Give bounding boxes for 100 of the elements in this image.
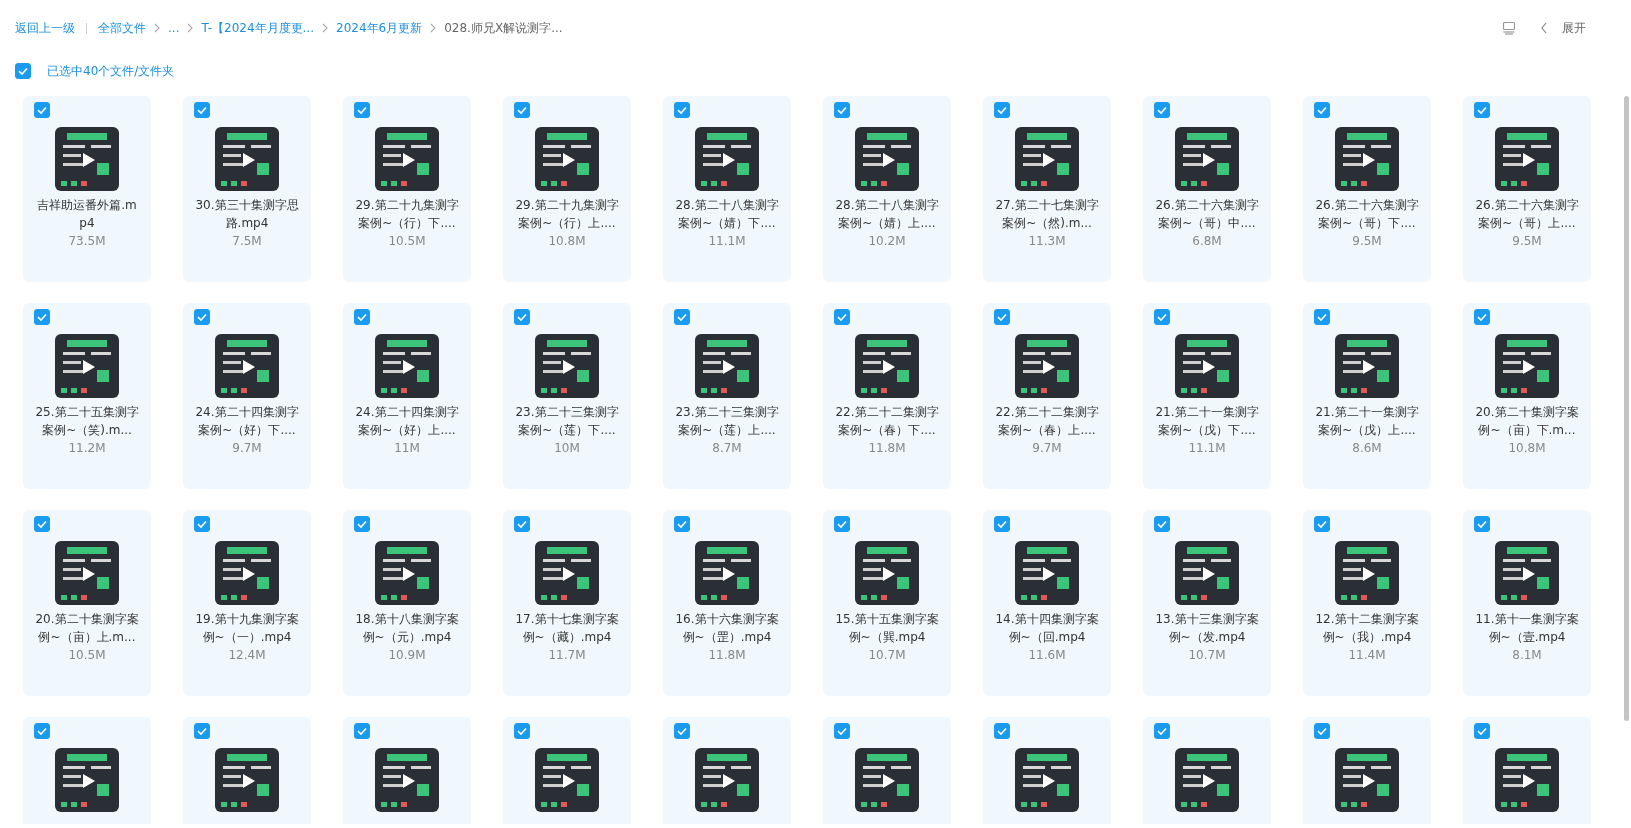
file-card[interactable]: 23.第二十三集测字案例~（莲）下.... 10M bbox=[503, 303, 631, 489]
checkbox[interactable] bbox=[194, 309, 210, 325]
file-card[interactable]: 12.第十二集测字案例~（我）.mp4 11.4M bbox=[1303, 510, 1431, 696]
checkbox[interactable] bbox=[994, 309, 1010, 325]
checkbox[interactable] bbox=[834, 309, 850, 325]
checkbox[interactable] bbox=[194, 102, 210, 118]
file-card[interactable]: 29.第二十九集测字案例~（行）下.... 10.5M bbox=[343, 96, 471, 282]
file-name: 21.第二十一集测字案例~（戊）上.... bbox=[1314, 404, 1420, 439]
checkbox[interactable] bbox=[674, 723, 690, 739]
file-card[interactable]: 21.第二十一集测字案例~（戊）上.... 8.6M bbox=[1303, 303, 1431, 489]
file-card[interactable]: 30.第三十集测字思路.mp4 7.5M bbox=[183, 96, 311, 282]
checkbox[interactable] bbox=[674, 309, 690, 325]
checkbox[interactable] bbox=[354, 309, 370, 325]
file-size: 7.5M bbox=[232, 234, 262, 248]
file-card[interactable]: 22.第二十二集测字案例~（春）上.... 9.7M bbox=[983, 303, 1111, 489]
checkbox[interactable] bbox=[1314, 309, 1330, 325]
file-card[interactable]: 13.第十三集测字案例~（发.mp4 10.7M bbox=[1143, 510, 1271, 696]
checkbox[interactable] bbox=[1154, 723, 1170, 739]
file-name: 26.第二十六集测字案例~（哥）上.... bbox=[1474, 197, 1580, 232]
file-card[interactable]: 18.第十八集测字案例~（元）.mp4 10.9M bbox=[343, 510, 471, 696]
file-card[interactable]: 26.第二十六集测字案例~（哥）上.... 9.5M bbox=[1463, 96, 1591, 282]
checkbox[interactable] bbox=[1314, 723, 1330, 739]
file-card[interactable]: 27.第二十七集测字案例~（然).m... 11.3M bbox=[983, 96, 1111, 282]
file-size: 10.7M bbox=[1188, 648, 1226, 662]
checkbox[interactable] bbox=[674, 102, 690, 118]
file-card[interactable]: 29.第二十九集测字案例~（行）上.... 10.8M bbox=[503, 96, 631, 282]
checkbox[interactable] bbox=[1154, 309, 1170, 325]
file-card[interactable]: 28.第二十八集测字案例~（婧）下.... 11.1M bbox=[663, 96, 791, 282]
back-link[interactable]: 返回上一级 bbox=[15, 19, 75, 37]
breadcrumb-link[interactable]: 028.师兄X解说测字... bbox=[444, 19, 563, 37]
checkbox[interactable] bbox=[34, 309, 50, 325]
checkbox[interactable] bbox=[994, 723, 1010, 739]
file-size: 11.2M bbox=[68, 441, 106, 455]
file-card[interactable]: 24.第二十四集测字案例~（好）下.... 9.7M bbox=[183, 303, 311, 489]
file-card[interactable]: 19.第十九集测字案例~（一）.mp4 12.4M bbox=[183, 510, 311, 696]
checkbox[interactable] bbox=[514, 516, 530, 532]
chevron-left-icon[interactable] bbox=[1540, 22, 1548, 34]
file-card[interactable]: 24.第二十四集测字案例~（好）上.... 11M bbox=[343, 303, 471, 489]
file-size: 8.1M bbox=[1512, 648, 1542, 662]
file-size: 9.5M bbox=[1352, 234, 1382, 248]
breadcrumb-link[interactable]: T-【2024年月度更... bbox=[201, 19, 314, 37]
file-card[interactable]: 21.第二十一集测字案例~（戊）下.... 11.1M bbox=[1143, 303, 1271, 489]
expand-link[interactable]: 展开 bbox=[1562, 19, 1586, 37]
file-card[interactable]: 11.第十一集测字案例~（壹.mp4 8.1M bbox=[1463, 510, 1591, 696]
file-card[interactable]: 23.第二十三集测字案例~（莲）上.... 8.7M bbox=[663, 303, 791, 489]
file-name: 12.第十二集测字案例~（我）.mp4 bbox=[1314, 611, 1420, 646]
file-name: 26.第二十六集测字案例~（哥）中.... bbox=[1154, 197, 1260, 232]
checkbox[interactable] bbox=[1154, 516, 1170, 532]
checkbox[interactable] bbox=[1154, 102, 1170, 118]
file-card[interactable]: 吉祥助运番外篇.mp4 73.5M bbox=[23, 96, 151, 282]
checkbox[interactable] bbox=[34, 102, 50, 118]
file-name: 29.第二十九集测字案例~（行）下.... bbox=[354, 197, 460, 232]
breadcrumb-link[interactable]: ... bbox=[168, 21, 180, 35]
monitor-icon[interactable] bbox=[1502, 21, 1516, 35]
file-size: 11.7M bbox=[548, 648, 586, 662]
file-size: 11.1M bbox=[708, 234, 746, 248]
checkbox[interactable] bbox=[34, 516, 50, 532]
file-name: 11.第十一集测字案例~（壹.mp4 bbox=[1474, 611, 1580, 646]
file-card[interactable]: 22.第二十二集测字案例~（春）下.... 11.8M bbox=[823, 303, 951, 489]
file-size: 10.7M bbox=[868, 648, 906, 662]
file-card[interactable]: 26.第二十六集测字案例~（哥）下.... 9.5M bbox=[1303, 96, 1431, 282]
checkbox[interactable] bbox=[994, 516, 1010, 532]
file-name: 15.第十五集测字案例~（巽.mp4 bbox=[834, 611, 940, 646]
checkbox[interactable] bbox=[194, 723, 210, 739]
checkbox[interactable] bbox=[1314, 102, 1330, 118]
file-card[interactable]: 15.第十五集测字案例~（巽.mp4 10.7M bbox=[823, 510, 951, 696]
checkbox[interactable] bbox=[834, 102, 850, 118]
file-card[interactable]: 14.第十四集测字案例~（回.mp4 11.6M bbox=[983, 510, 1111, 696]
scrollbar[interactable] bbox=[1624, 96, 1629, 721]
checkbox[interactable] bbox=[354, 102, 370, 118]
select-all-checkbox[interactable] bbox=[15, 63, 31, 79]
file-card[interactable]: 20.第二十集测字案例~（亩）上.m... 10.5M bbox=[23, 510, 151, 696]
checkbox[interactable] bbox=[514, 102, 530, 118]
file-size: 10.5M bbox=[388, 234, 426, 248]
file-size: 73.5M bbox=[68, 234, 106, 248]
checkbox[interactable] bbox=[674, 516, 690, 532]
checkbox[interactable] bbox=[514, 309, 530, 325]
checkbox[interactable] bbox=[834, 723, 850, 739]
file-card[interactable]: 28.第二十八集测字案例~（婧）上.... 10.2M bbox=[823, 96, 951, 282]
checkbox[interactable] bbox=[1314, 516, 1330, 532]
checkbox[interactable] bbox=[34, 723, 50, 739]
checkbox[interactable] bbox=[834, 516, 850, 532]
file-card[interactable]: 26.第二十六集测字案例~（哥）中.... 6.8M bbox=[1143, 96, 1271, 282]
file-card[interactable]: 20.第二十集测字案例~（亩）下.m... 10.8M bbox=[1463, 303, 1591, 489]
file-name: 22.第二十二集测字案例~（春）下.... bbox=[834, 404, 940, 439]
checkbox[interactable] bbox=[514, 723, 530, 739]
checkbox[interactable] bbox=[1474, 309, 1490, 325]
breadcrumb-link[interactable]: 2024年6月更新 bbox=[336, 19, 423, 37]
file-card[interactable]: 16.第十六集测字案例~（罡）.mp4 11.8M bbox=[663, 510, 791, 696]
file-card[interactable]: 25.第二十五集测字案例~（笑).m... 11.2M bbox=[23, 303, 151, 489]
checkbox[interactable] bbox=[1474, 102, 1490, 118]
checkbox[interactable] bbox=[354, 516, 370, 532]
file-card[interactable]: 17.第十七集测字案例~（藏）.mp4 11.7M bbox=[503, 510, 631, 696]
checkbox[interactable] bbox=[194, 516, 210, 532]
checkbox[interactable] bbox=[354, 723, 370, 739]
file-name: 23.第二十三集测字案例~（莲）下.... bbox=[514, 404, 620, 439]
checkbox[interactable] bbox=[1474, 516, 1490, 532]
checkbox[interactable] bbox=[994, 102, 1010, 118]
breadcrumb-link[interactable]: 全部文件 bbox=[98, 19, 146, 37]
checkbox[interactable] bbox=[1474, 723, 1490, 739]
